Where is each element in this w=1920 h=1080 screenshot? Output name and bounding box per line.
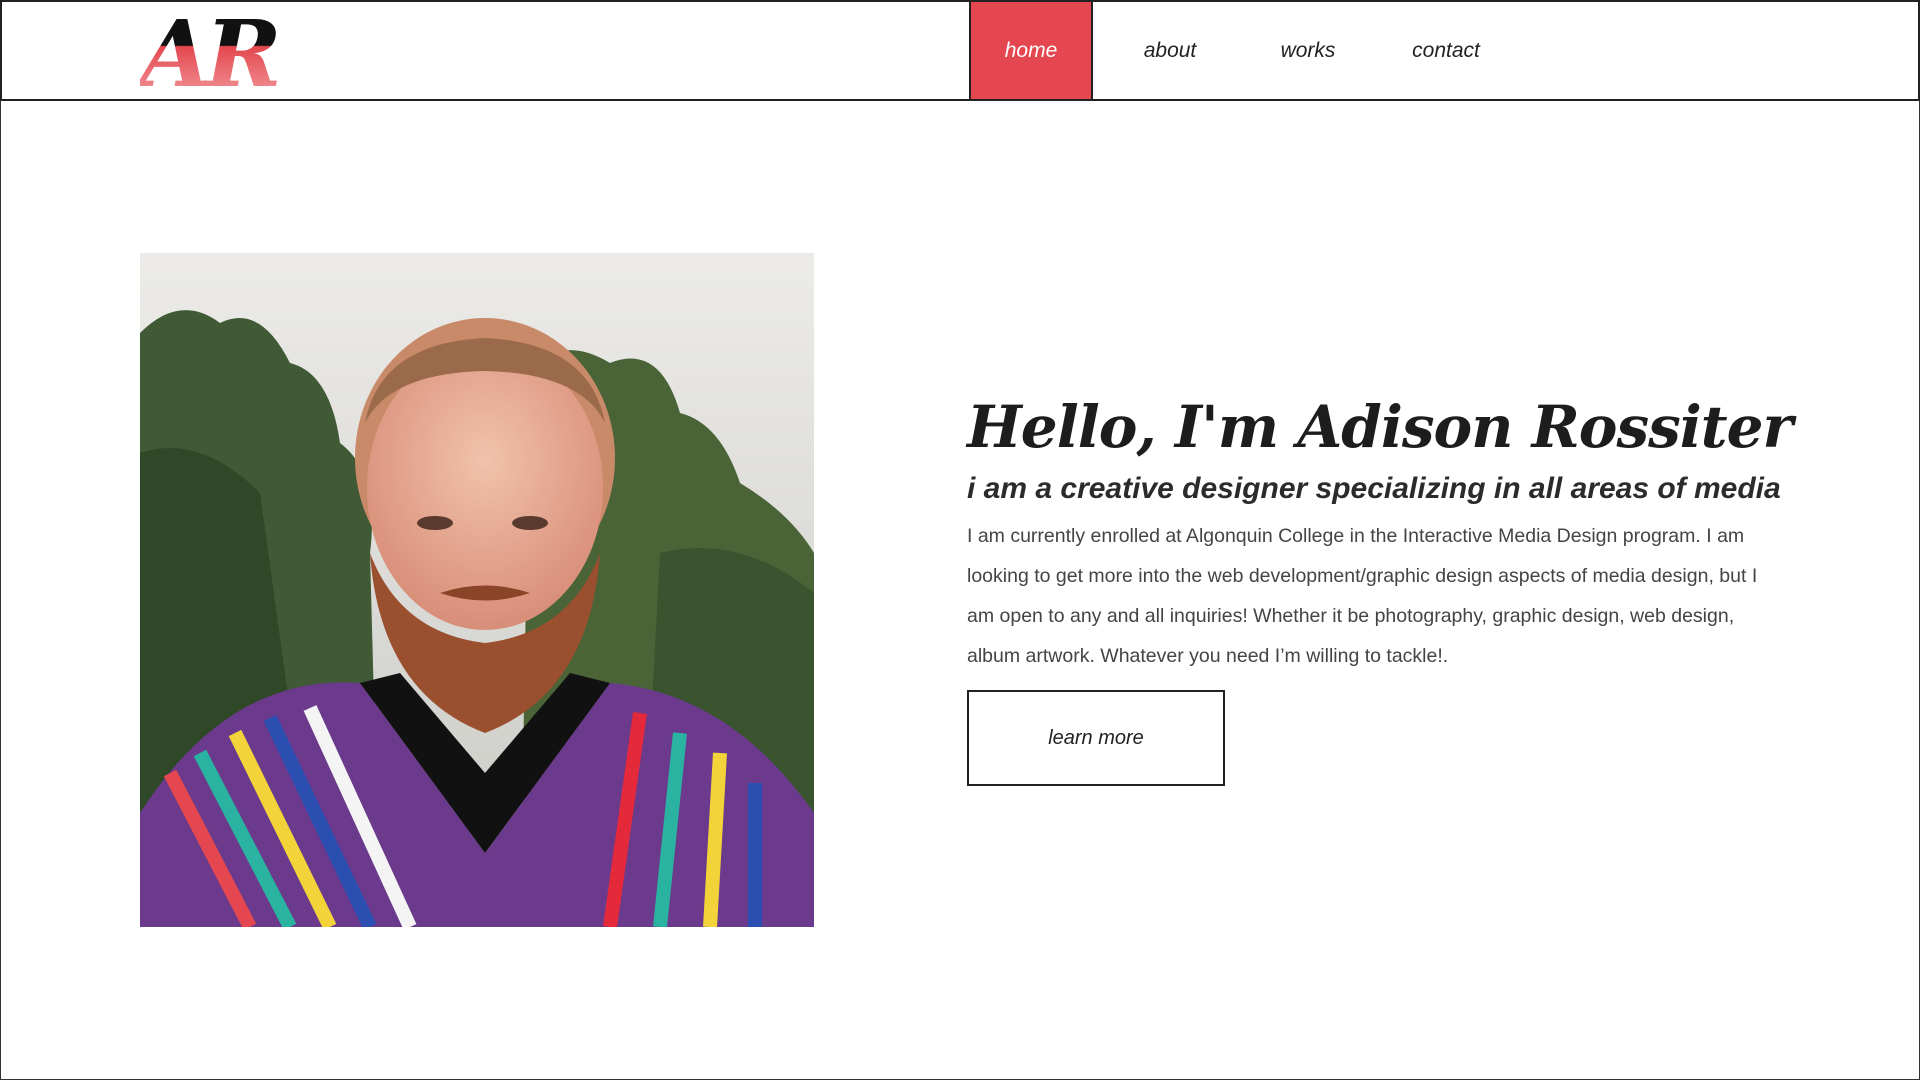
nav-contact[interactable]: contact — [1369, 2, 1523, 99]
learn-more-button[interactable]: learn more — [967, 690, 1225, 786]
profile-photo — [140, 253, 814, 927]
hero-description: I am currently enrolled at Algonquin Col… — [967, 525, 1758, 667]
hero-title: Hello, I'm Adison Rossiter — [967, 393, 1793, 461]
nav-about[interactable]: about — [1093, 2, 1247, 99]
site-logo[interactable]: AR — [140, 10, 295, 90]
svg-text:AR: AR — [140, 10, 277, 90]
nav-works[interactable]: works — [1247, 2, 1369, 99]
nav-home[interactable]: home — [969, 2, 1093, 99]
hero-subtitle: i am a creative designer specializing in… — [967, 472, 1781, 505]
main-nav: home about works contact — [969, 2, 1523, 99]
site-header: AR home about works contact — [0, 0, 1920, 101]
